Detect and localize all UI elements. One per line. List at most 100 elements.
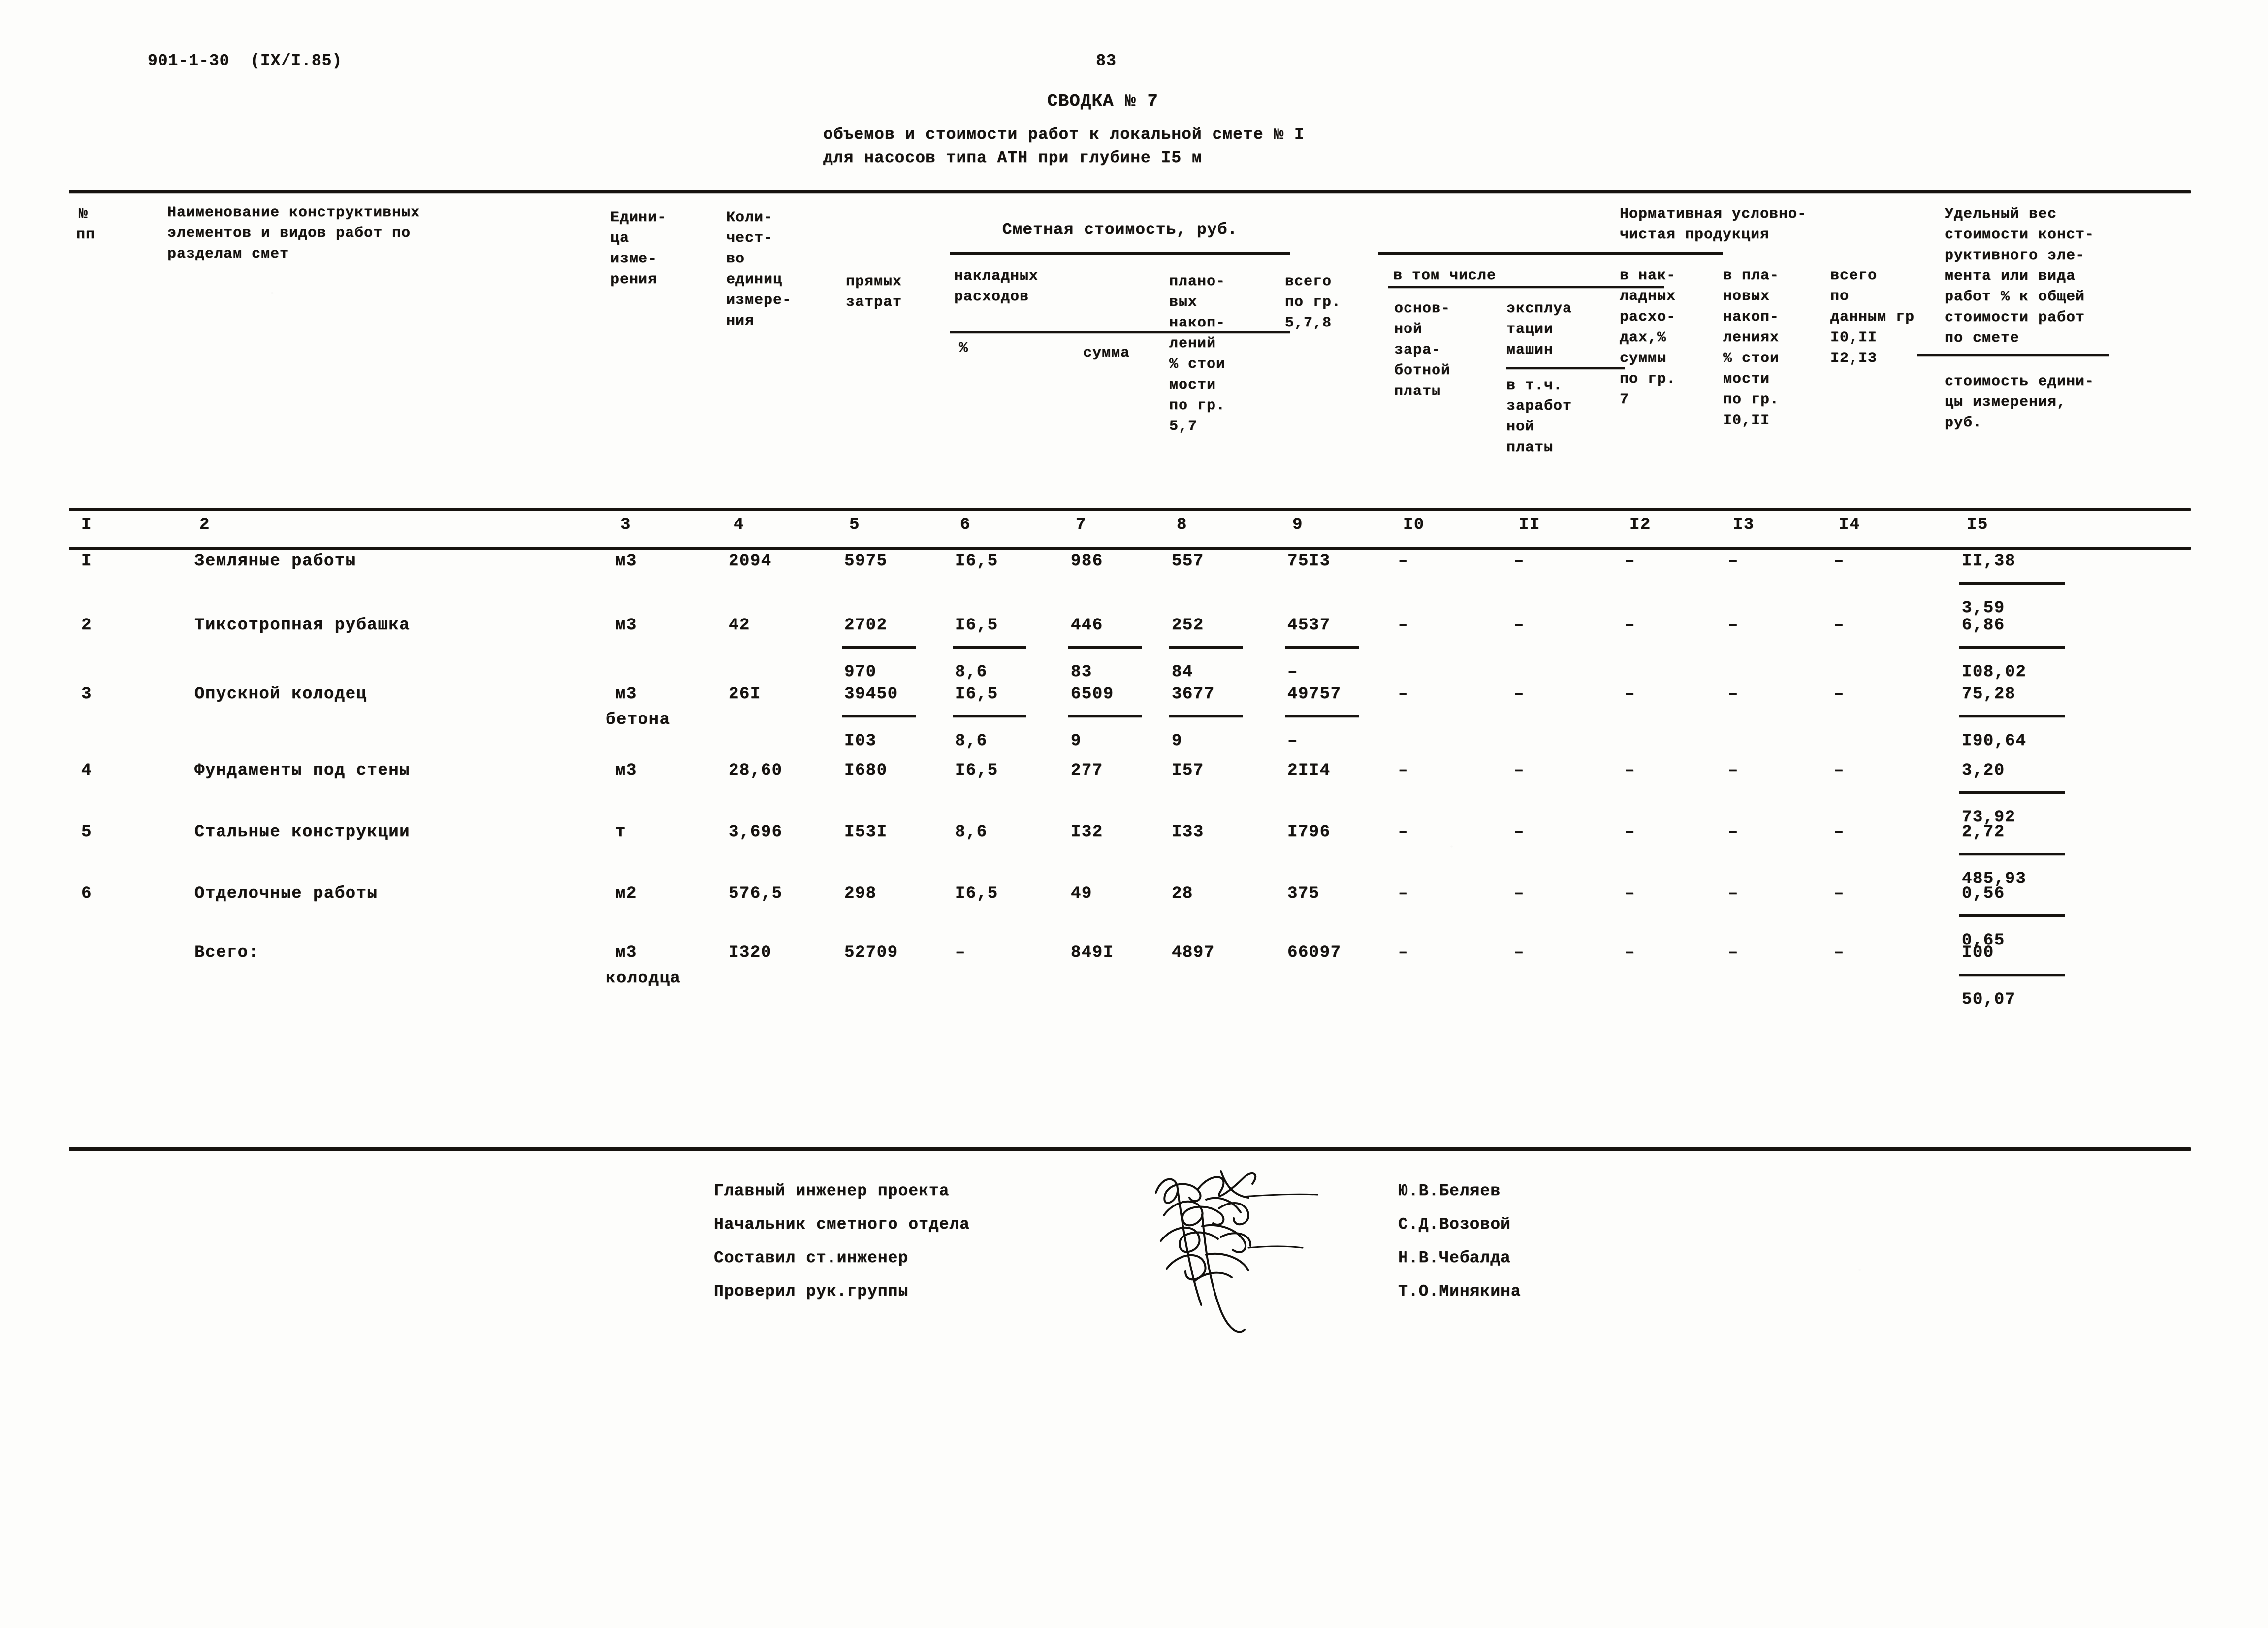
row-6-number: 6 bbox=[81, 884, 92, 903]
row-7-direct-costs: 52709 bbox=[844, 944, 898, 962]
header-col2-line2: элементов и видов работ по bbox=[167, 225, 411, 242]
row-3-share-percent: 75,28 bbox=[1962, 685, 2016, 704]
header-col8-line2: вых bbox=[1169, 294, 1198, 311]
row-5-quantity: 3,696 bbox=[729, 823, 783, 842]
row-2-direct-costs-second-rule bbox=[842, 646, 916, 649]
row-3-unit-second-line: бетона bbox=[606, 711, 671, 729]
header-col14-line1: всего bbox=[1830, 267, 1878, 284]
row-4-name: Фундаменты под стены bbox=[194, 761, 411, 780]
row-3-unit-cost: I90,64 bbox=[1962, 732, 2027, 750]
header-col2-line1: Наименование конструктивных bbox=[167, 204, 420, 221]
header-col15-line4: мента или вида bbox=[1945, 268, 2076, 285]
row-7-planned-savings: 4897 bbox=[1172, 944, 1215, 962]
header-col9-line1: всего bbox=[1285, 273, 1332, 290]
column-number-I: I bbox=[81, 516, 92, 534]
header-col14-line2: по bbox=[1830, 288, 1850, 305]
row-1-planned-savings: 557 bbox=[1172, 552, 1204, 571]
row-6-name: Отделочные работы bbox=[194, 884, 378, 903]
header-col13-line6: мости bbox=[1723, 371, 1770, 388]
header-col4-line5: измере- bbox=[726, 292, 792, 309]
row-6-planned-savings: 28 bbox=[1172, 884, 1193, 903]
header-group-smetnaya-stoimost: Сметная стоимость, руб. bbox=[1002, 221, 1238, 239]
header-col12-line3: расхо- bbox=[1620, 309, 1676, 326]
column-number-I4: I4 bbox=[1839, 516, 1860, 534]
row-7-overhead-percent: – bbox=[955, 944, 966, 962]
row-2-share-percent: 6,86 bbox=[1962, 616, 2005, 635]
header-col9-line2: по гр. bbox=[1285, 294, 1342, 311]
row-5-nchp-total: – bbox=[1834, 823, 1845, 842]
signature-name-2: С.Д.Возовой bbox=[1398, 1215, 1511, 1234]
row-2-nchp-total: – bbox=[1834, 616, 1845, 635]
header-col13-line2: новых bbox=[1723, 288, 1770, 305]
col15-split-rule bbox=[1917, 354, 2109, 356]
signature-role-2: Начальник сметного отдела bbox=[714, 1215, 970, 1234]
row-5-unit: т bbox=[615, 823, 626, 842]
header-col10-line5: платы bbox=[1394, 383, 1441, 400]
row-2-quantity: 42 bbox=[729, 616, 750, 635]
header-col11-line7: платы bbox=[1506, 439, 1554, 456]
row-5-direct-costs: I53I bbox=[844, 823, 888, 842]
row-3-nchp-planned: – bbox=[1728, 685, 1739, 704]
document-code-header: 901-1-30 (IX/I.85) bbox=[148, 52, 343, 70]
row-2-overhead-percent-second-rule bbox=[953, 646, 1026, 649]
row-1-unit: м3 bbox=[615, 552, 637, 571]
header-col15-line5: работ % к общей bbox=[1945, 289, 2085, 305]
row-3-number: 3 bbox=[81, 685, 92, 704]
row-4-nchp-overhead: – bbox=[1625, 761, 1635, 780]
row-6-total: 375 bbox=[1287, 884, 1320, 903]
row-1-nchp-overhead: – bbox=[1625, 552, 1635, 571]
row-3-overhead-percent: I6,5 bbox=[955, 685, 998, 704]
header-col3-line2: ца bbox=[610, 230, 630, 247]
signature-name-3: Н.В.Чебалда bbox=[1398, 1249, 1511, 1267]
header-col12-line7: 7 bbox=[1620, 391, 1629, 408]
header-col15-line7: по смете bbox=[1945, 330, 2020, 347]
overhead-group-rule bbox=[950, 252, 1290, 255]
row-1-total: 75I3 bbox=[1287, 552, 1331, 571]
row-5-nchp-basic-wage: – bbox=[1398, 823, 1409, 842]
normative-group-rule bbox=[1378, 252, 1723, 255]
row-3-planned-savings: 3677 bbox=[1172, 685, 1215, 704]
header-group-normativ-line1: Нормативная условно- bbox=[1620, 206, 1807, 223]
column-number-3: 3 bbox=[620, 516, 631, 534]
header-col12-line1: в нак- bbox=[1620, 267, 1676, 284]
row-2-share-rule bbox=[1959, 646, 2065, 649]
row-2-overhead-sum: 446 bbox=[1071, 616, 1103, 635]
row-2-number: 2 bbox=[81, 616, 92, 635]
row-2-planned-savings-second-rule bbox=[1169, 646, 1243, 649]
row-7-unit: м3 bbox=[615, 944, 637, 962]
header-col4-line6: ния bbox=[726, 313, 755, 329]
row-7-quantity: I320 bbox=[729, 944, 772, 962]
column-number-2: 2 bbox=[199, 516, 210, 534]
row-7-nchp-overhead: – bbox=[1625, 944, 1635, 962]
header-col3-line4: рения bbox=[610, 271, 658, 288]
row-7-overhead-sum: 849I bbox=[1071, 944, 1114, 962]
row-3-overhead-percent-second: 8,6 bbox=[955, 732, 988, 750]
header-col3-line1: Едини- bbox=[610, 209, 667, 226]
machines-subrule bbox=[1506, 367, 1625, 369]
row-5-name: Стальные конструкции bbox=[194, 823, 411, 842]
row-3-nchp-basic-wage: – bbox=[1398, 685, 1409, 704]
column-number-I3: I3 bbox=[1733, 516, 1755, 534]
header-col8-line6: мости bbox=[1169, 377, 1216, 393]
row-3-overhead-sum-second-rule bbox=[1068, 715, 1142, 717]
column-number-4: 4 bbox=[734, 516, 744, 534]
header-col4-line2: чест- bbox=[726, 230, 773, 247]
column-number-7: 7 bbox=[1076, 516, 1086, 534]
row-5-overhead-sum: I32 bbox=[1071, 823, 1103, 842]
header-vtomchisle: в том числе bbox=[1393, 267, 1497, 284]
row-3-total: 49757 bbox=[1287, 685, 1342, 704]
column-number-II: II bbox=[1519, 516, 1540, 534]
row-2-name: Тиксотропная рубашка bbox=[194, 616, 411, 635]
header-col13-line4: лениях bbox=[1723, 329, 1780, 346]
header-col5-line1: прямых bbox=[846, 273, 902, 290]
header-col10-line2: ной bbox=[1394, 321, 1423, 338]
column-number-6: 6 bbox=[960, 516, 971, 534]
header-col2-line3: разделам смет bbox=[167, 246, 289, 262]
header-col7-summa: сумма bbox=[1083, 345, 1130, 361]
row-1-nchp-basic-wage: – bbox=[1398, 552, 1409, 571]
row-3-planned-savings-second: 9 bbox=[1172, 732, 1182, 750]
subtitle-line-1: объемов и стоимости работ к локальной см… bbox=[823, 126, 1305, 144]
page-title: СВОДКА № 7 bbox=[1047, 91, 1159, 111]
row-2-total-second: – bbox=[1287, 663, 1298, 682]
row-4-nchp-basic-wage: – bbox=[1398, 761, 1409, 780]
